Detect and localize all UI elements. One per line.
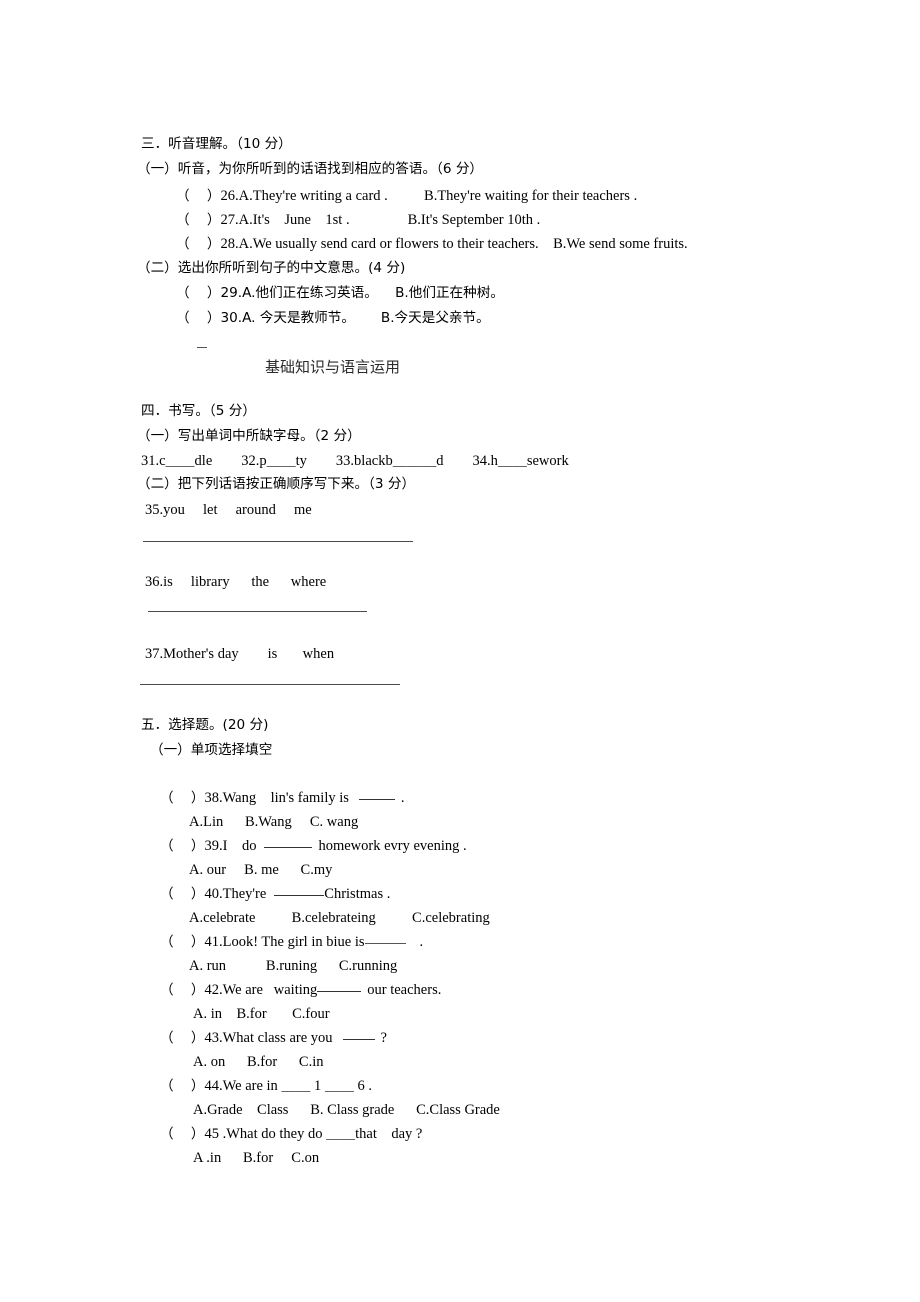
question-45: （ ）45 .What do they do ＿＿that day ? <box>160 1127 422 1142</box>
question-30: （ ）30.A. 今天是教师节。 B.今天是父亲节。 <box>176 311 490 326</box>
question-40: （ ）40.They're Christmas . <box>160 887 390 902</box>
question-41-stem: 41.Look! The girl in biue is <box>204 934 365 950</box>
answer-line-35[interactable] <box>143 541 413 542</box>
answer-bracket[interactable]: （ ） <box>160 1126 204 1142</box>
question-45-stem: 45 .What do they do ＿＿that day ? <box>204 1126 423 1142</box>
answer-bracket[interactable]: （ ） <box>176 310 220 326</box>
section-4-part-2-heading: （二）把下列话语按正确顺序写下来。（3 分） <box>137 476 416 492</box>
blank-39[interactable] <box>264 847 313 848</box>
answer-bracket[interactable]: （ ） <box>176 236 220 252</box>
answer-bracket[interactable]: （ ） <box>160 838 204 854</box>
question-43-stem: 43.What class are you <box>204 1030 333 1046</box>
reorder-36-number: 36. <box>145 574 164 590</box>
reorder-item-35: 35.you let around me <box>145 503 312 518</box>
exam-page: 三．听音理解。（10 分） （一）听音，为你所听到的话语找到相应的答语。（6 分… <box>0 0 920 1302</box>
answer-bracket[interactable]: （ ） <box>176 188 220 204</box>
choices-45[interactable]: A .in B.for C.on <box>193 1151 319 1166</box>
reorder-37-number: 37. <box>145 646 164 662</box>
question-29: （ ）29.A.他们正在练习英语。 B.他们正在种树。 <box>176 286 504 301</box>
answer-bracket[interactable]: （ ） <box>176 212 220 228</box>
question-39: （ ）39.I do homework evry evening . <box>160 839 467 854</box>
question-26: （ ）26.A.They're writing a card . B.They'… <box>176 189 637 204</box>
choices-39[interactable]: A. our B. me C.my <box>189 863 332 878</box>
question-27: （ ）27.A.It's June 1st . B.It's September… <box>176 213 540 228</box>
question-41-tail: . <box>419 934 424 950</box>
reorder-35-number: 35. <box>145 502 164 518</box>
question-29-text: 29.A.他们正在练习英语。 B.他们正在种树。 <box>220 285 504 301</box>
question-39-tail: homework evry evening . <box>318 838 467 854</box>
choices-44[interactable]: A.Grade Class B. Class grade C.Class Gra… <box>193 1103 500 1118</box>
question-40-stem: 40.They're <box>204 886 267 902</box>
question-42-stem: 42.We are waiting <box>204 982 318 998</box>
question-28-text: 28.A.We usually send card or flowers to … <box>220 236 688 252</box>
reorder-36-words: is library the where <box>163 574 327 590</box>
blank-42[interactable] <box>317 991 362 992</box>
blank-43[interactable] <box>342 1039 375 1040</box>
answer-bracket[interactable]: （ ） <box>160 1030 204 1046</box>
question-30-text: 30.A. 今天是教师节。 B.今天是父亲节。 <box>220 310 490 326</box>
section-4-heading: 四．书写。（5 分） <box>141 403 256 419</box>
answer-bracket[interactable]: （ ） <box>160 982 204 998</box>
answer-bracket[interactable]: （ ） <box>160 886 204 902</box>
question-38-tail: . <box>400 790 405 806</box>
question-41: （ ）41.Look! The girl in biue is. <box>160 935 423 950</box>
banner-title: 基础知识与语言运用 <box>265 358 401 376</box>
section-3-part-2-heading: （二）选出你所听到句子的中文意思。(4 分) <box>137 260 406 276</box>
question-40-tail: Christmas . <box>324 886 391 902</box>
stray-dash-mark <box>197 347 207 348</box>
section-3-heading: 三．听音理解。（10 分） <box>141 136 292 152</box>
question-38-stem: 38.Wang lin's family is <box>204 790 349 806</box>
question-26-text: 26.A.They're writing a card . B.They're … <box>220 188 638 204</box>
question-39-stem: 39.I do <box>204 838 257 854</box>
question-42: （ ）42.We are waiting our teachers. <box>160 983 441 998</box>
choices-41[interactable]: A. run B.runing C.running <box>189 959 397 974</box>
question-28: （ ）28.A.We usually send card or flowers … <box>176 237 688 252</box>
reorder-35-words: you let around me <box>163 502 312 518</box>
reorder-item-36: 36.is library the where <box>145 575 326 590</box>
answer-bracket[interactable]: （ ） <box>160 1078 204 1094</box>
choices-38[interactable]: A.Lin B.Wang C. wang <box>189 815 358 830</box>
answer-bracket[interactable]: （ ） <box>176 285 220 301</box>
reorder-item-37: 37.Mother's day is when <box>145 647 334 662</box>
blank-38[interactable] <box>358 799 395 800</box>
question-44-stem: 44.We are in ＿＿ 1 ＿＿ 6 . <box>204 1078 373 1094</box>
question-27-text: 27.A.It's June 1st . B.It's September 10… <box>220 212 541 228</box>
section-5-part-1-heading: （一）单项选择填空 <box>150 742 273 758</box>
question-43: （ ）43.What class are you? <box>160 1031 387 1046</box>
blank-40[interactable] <box>274 895 325 896</box>
question-42-tail: our teachers. <box>367 982 442 998</box>
answer-line-37[interactable] <box>140 684 400 685</box>
section-3-part-1-heading: （一）听音，为你所听到的话语找到相应的答语。（6 分） <box>137 161 484 177</box>
answer-bracket[interactable]: （ ） <box>160 790 204 806</box>
answer-line-36[interactable] <box>148 611 367 612</box>
missing-letters-words: 31.c＿＿dle 32.p＿＿ty 33.blackb＿＿＿d 34.h＿＿s… <box>141 453 569 469</box>
section-4-part-1-heading: （一）写出单词中所缺字母。（2 分） <box>137 428 361 444</box>
section-5-heading: 五．选择题。(20 分) <box>141 717 269 733</box>
choices-40[interactable]: A.celebrate B.celebrateing C.celebrating <box>189 911 490 926</box>
question-44: （ ）44.We are in ＿＿ 1 ＿＿ 6 . <box>160 1079 372 1094</box>
question-43-tail: ? <box>380 1030 387 1046</box>
blank-41[interactable] <box>364 943 406 944</box>
choices-43[interactable]: A. on B.for C.in <box>193 1055 324 1070</box>
question-38: （ ）38.Wang lin's family is. <box>160 791 405 806</box>
answer-bracket[interactable]: （ ） <box>160 934 204 950</box>
choices-42[interactable]: A. in B.for C.four <box>193 1007 330 1022</box>
reorder-37-words: Mother's day is when <box>163 646 335 662</box>
